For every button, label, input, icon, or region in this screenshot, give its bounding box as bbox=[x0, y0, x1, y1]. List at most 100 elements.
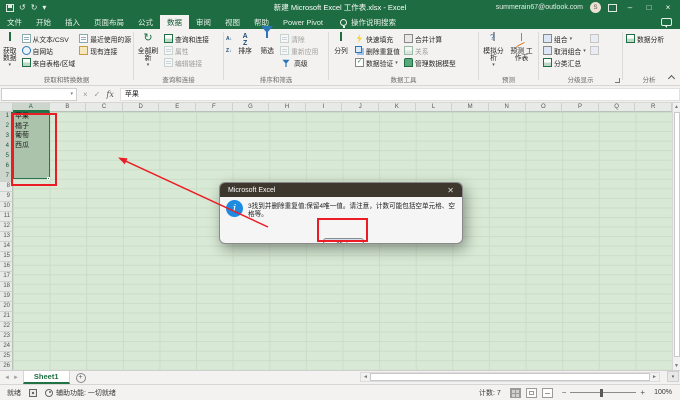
sheet-tab-sheet1[interactable]: Sheet1 bbox=[23, 371, 70, 384]
vertical-scrollbar[interactable]: ▲ ▼ bbox=[672, 103, 680, 370]
cancel-icon[interactable]: × bbox=[83, 90, 88, 99]
column-header-R[interactable]: R bbox=[635, 103, 672, 112]
manage-data-model-button[interactable]: 管理数据模型 bbox=[404, 57, 456, 68]
zoom-slider-thumb[interactable] bbox=[600, 389, 603, 397]
row-header-25[interactable]: 25 bbox=[0, 352, 13, 362]
row-header-10[interactable]: 10 bbox=[0, 202, 13, 212]
column-header-E[interactable]: E bbox=[159, 103, 196, 112]
filter-button[interactable]: 筛选 bbox=[256, 32, 278, 56]
normal-view-icon[interactable] bbox=[510, 388, 521, 398]
tab-power-pivot[interactable]: Power Pivot bbox=[276, 15, 330, 29]
flash-fill-button[interactable]: 快速填充 bbox=[355, 33, 400, 44]
ok-button[interactable]: 确定 bbox=[323, 238, 364, 244]
zoom-slider[interactable] bbox=[570, 392, 636, 393]
horizontal-scrollbar-thumb[interactable] bbox=[370, 373, 650, 381]
ribbon-display-options-icon[interactable] bbox=[608, 4, 617, 12]
row-header-3[interactable]: 3 bbox=[0, 132, 13, 142]
from-table-range-button[interactable]: 来自表格/区域 bbox=[22, 57, 76, 68]
column-header-B[interactable]: B bbox=[50, 103, 87, 112]
save-icon[interactable] bbox=[6, 4, 14, 12]
data-analysis-button[interactable]: 数据分析 bbox=[626, 33, 664, 44]
accessibility-status[interactable]: 辅助功能: 一切就绪 bbox=[56, 388, 116, 398]
row-header-14[interactable]: 14 bbox=[0, 242, 13, 252]
data-validation-button[interactable]: 数据验证▾ bbox=[355, 57, 400, 68]
row-header-11[interactable]: 11 bbox=[0, 212, 13, 222]
cell-A1[interactable]: 苹果 bbox=[15, 112, 49, 122]
column-header-M[interactable]: M bbox=[452, 103, 489, 112]
column-header-F[interactable]: F bbox=[196, 103, 233, 112]
sheet-next-icon[interactable]: ► bbox=[13, 375, 19, 381]
scroll-down-icon[interactable]: ▼ bbox=[673, 362, 680, 370]
column-header-L[interactable]: L bbox=[416, 103, 453, 112]
sort-ascending-button[interactable]: A↓ bbox=[226, 34, 232, 45]
tab-review[interactable]: 审阅 bbox=[189, 15, 218, 29]
ungroup-button[interactable]: 取消组合▾ bbox=[543, 45, 586, 56]
account-email[interactable]: summerain67@outlook.com bbox=[496, 4, 583, 11]
group-button[interactable]: 组合▾ bbox=[543, 33, 586, 44]
what-if-analysis-button[interactable]: 模拟分析▾ bbox=[479, 32, 508, 70]
scroll-up-icon[interactable]: ▲ bbox=[673, 103, 680, 111]
namebox-dropdown-icon[interactable]: ▾ bbox=[70, 91, 73, 97]
forecast-sheet-button[interactable]: 预测 工作表 bbox=[508, 32, 535, 63]
dialog-close-icon[interactable]: ✕ bbox=[447, 186, 454, 195]
row-header-1[interactable]: 1 bbox=[0, 112, 13, 122]
column-header-N[interactable]: N bbox=[489, 103, 526, 112]
row-header-12[interactable]: 12 bbox=[0, 222, 13, 232]
tab-view[interactable]: 视图 bbox=[218, 15, 247, 29]
recent-sources-button[interactable]: 最近使用的源 bbox=[79, 33, 131, 44]
page-layout-view-icon[interactable] bbox=[526, 388, 537, 398]
sheet-prev-icon[interactable]: ◄ bbox=[4, 375, 10, 381]
maximize-button[interactable]: □ bbox=[643, 3, 655, 12]
row-header-4[interactable]: 4 bbox=[0, 142, 13, 152]
row-header-13[interactable]: 13 bbox=[0, 232, 13, 242]
row-header-7[interactable]: 7 bbox=[0, 172, 13, 182]
column-header-O[interactable]: O bbox=[526, 103, 563, 112]
row-header-24[interactable]: 24 bbox=[0, 342, 13, 352]
vertical-scrollbar-thumb[interactable] bbox=[674, 112, 680, 357]
comments-icon[interactable] bbox=[661, 18, 672, 26]
row-header-5[interactable]: 5 bbox=[0, 152, 13, 162]
row-header-17[interactable]: 17 bbox=[0, 272, 13, 282]
advanced-filter-button[interactable]: 高级 bbox=[280, 57, 318, 68]
redo-icon[interactable]: ↻ bbox=[31, 4, 38, 12]
page-break-view-icon[interactable] bbox=[542, 388, 553, 398]
avatar[interactable]: S bbox=[590, 2, 601, 13]
row-header-23[interactable]: 23 bbox=[0, 332, 13, 342]
text-to-columns-button[interactable]: 分列 bbox=[329, 32, 353, 56]
refresh-all-button[interactable]: ↻ 全部刷新▾ bbox=[134, 32, 162, 70]
fill-handle[interactable] bbox=[47, 177, 50, 180]
row-header-16[interactable]: 16 bbox=[0, 262, 13, 272]
row-header-21[interactable]: 21 bbox=[0, 312, 13, 322]
zoom-out-icon[interactable]: − bbox=[562, 388, 567, 397]
sort-descending-button[interactable]: Z↓ bbox=[226, 46, 232, 57]
row-header-20[interactable]: 20 bbox=[0, 302, 13, 312]
sort-button[interactable]: AZ 排序 bbox=[234, 32, 256, 56]
column-header-P[interactable]: P bbox=[562, 103, 599, 112]
fx-icon[interactable]: fx bbox=[106, 90, 113, 99]
queries-connections-button[interactable]: 查询和连接 bbox=[164, 33, 209, 44]
close-button[interactable]: × bbox=[662, 3, 674, 12]
tab-page-layout[interactable]: 页面布局 bbox=[87, 15, 131, 29]
zoom-level[interactable]: 100% bbox=[654, 389, 672, 396]
column-header-C[interactable]: C bbox=[86, 103, 123, 112]
tab-file[interactable]: 文件 bbox=[0, 15, 29, 29]
cell-A2[interactable]: 橘子 bbox=[15, 122, 49, 132]
select-all-corner[interactable] bbox=[0, 103, 13, 112]
column-header-Q[interactable]: Q bbox=[599, 103, 636, 112]
scroll-right-icon[interactable]: ► bbox=[650, 373, 659, 381]
get-data-button[interactable]: 获取数据▾ bbox=[0, 32, 20, 70]
minimize-button[interactable]: – bbox=[624, 3, 636, 12]
row-header-9[interactable]: 9 bbox=[0, 192, 13, 202]
column-header-I[interactable]: I bbox=[306, 103, 343, 112]
row-header-8[interactable]: 8 bbox=[0, 182, 13, 192]
zoom-in-icon[interactable]: + bbox=[640, 388, 645, 397]
existing-connections-button[interactable]: 现有连接 bbox=[79, 45, 131, 56]
formula-input[interactable]: 苹果 bbox=[120, 88, 680, 101]
tab-data[interactable]: 数据 bbox=[160, 15, 189, 29]
row-header-22[interactable]: 22 bbox=[0, 322, 13, 332]
undo-icon[interactable]: ↺ bbox=[19, 4, 26, 12]
tab-home[interactable]: 开始 bbox=[29, 15, 58, 29]
tab-formulas[interactable]: 公式 bbox=[131, 15, 160, 29]
macro-record-icon[interactable] bbox=[29, 389, 37, 397]
row-header-6[interactable]: 6 bbox=[0, 162, 13, 172]
